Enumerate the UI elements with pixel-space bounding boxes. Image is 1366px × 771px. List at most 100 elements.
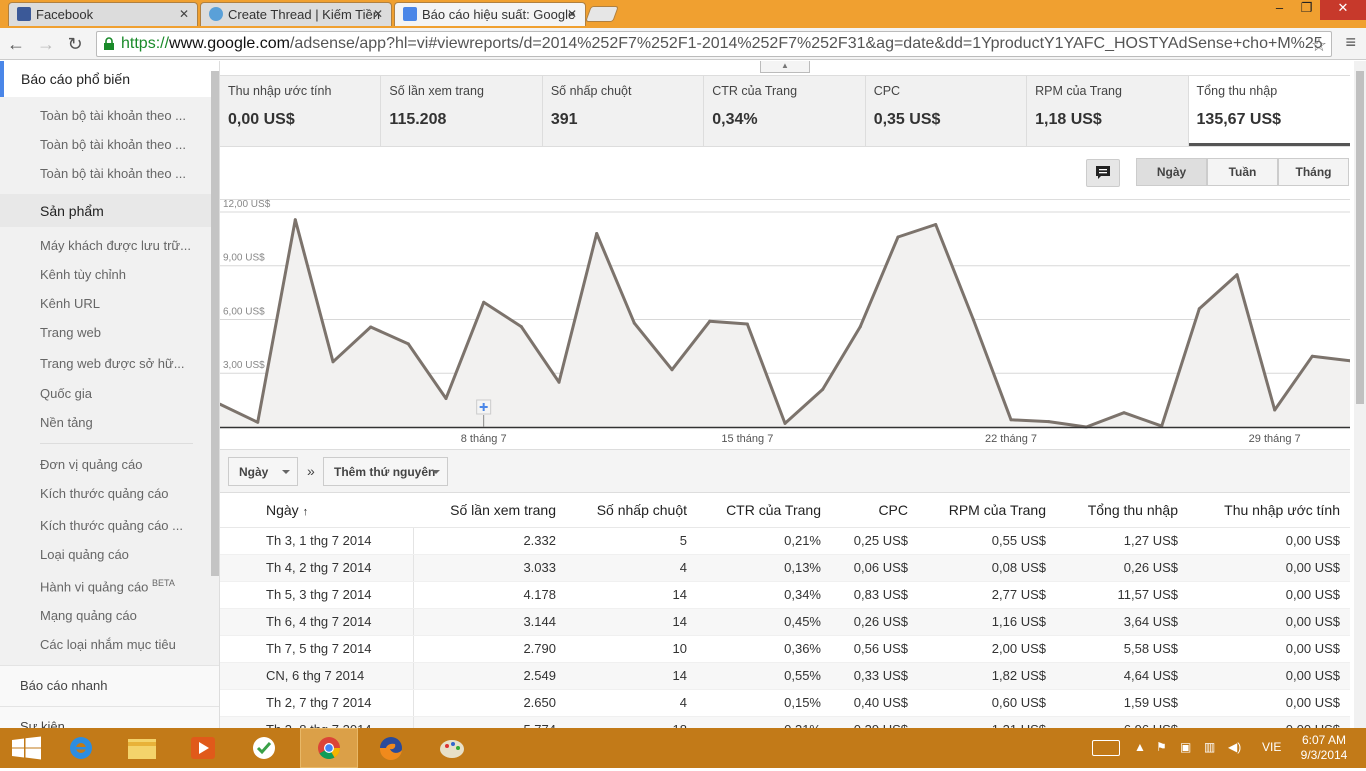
annotation-button[interactable] (1086, 159, 1120, 187)
close-icon[interactable]: ✕ (179, 7, 189, 21)
address-bar[interactable]: https://www.google.com/adsense/app?hl=vi… (96, 31, 1332, 57)
firefox-icon[interactable] (362, 728, 420, 768)
cell-date: Th 3, 8 thg 7 2014 (220, 716, 414, 728)
column-header[interactable]: Thu nhập ước tính (1188, 493, 1350, 528)
metric-value: 1,18 US$ (1035, 111, 1102, 128)
media-player-icon[interactable] (174, 728, 232, 768)
data-point (745, 322, 749, 326)
table-cell: 1,21 US$ (918, 716, 1056, 728)
sidebar-item[interactable]: Mạng quảng cáo (0, 601, 200, 630)
sidebar-item[interactable]: Kích thước quảng cáo (0, 479, 200, 511)
sidebar-footer-events[interactable]: Sự kiện (0, 706, 219, 728)
keyboard-icon[interactable] (1092, 740, 1120, 756)
page-scrollbar[interactable] (1354, 61, 1366, 728)
bookmark-star-icon[interactable]: ☆ (1311, 33, 1327, 56)
metric-estimated-earnings[interactable]: Thu nhập ước tính 0,00 US$ (220, 76, 382, 146)
chevron-down-icon (432, 470, 440, 474)
sidebar-item[interactable]: Kích thước quảng cáo ... (0, 511, 200, 540)
network-icon[interactable]: ▥ (1204, 740, 1215, 754)
column-header[interactable]: CPC (831, 493, 918, 528)
primary-dimension-dropdown[interactable]: Ngày (228, 457, 298, 486)
sidebar-item[interactable]: Loại quảng cáo (0, 540, 200, 571)
data-point (331, 360, 335, 364)
column-header[interactable]: RPM của Trang (918, 493, 1056, 528)
column-header[interactable]: Số nhấp chuột (566, 493, 697, 528)
granularity-month-button[interactable]: Tháng (1278, 158, 1349, 186)
sidebar-scrollbar[interactable] (211, 71, 219, 576)
minimize-button[interactable]: – (1266, 0, 1293, 20)
language-indicator[interactable]: VIE (1262, 740, 1281, 754)
metric-value: 0,00 US$ (228, 111, 295, 128)
y-tick-label: 3,00 US$ (223, 360, 265, 371)
sidebar-item[interactable]: Nền tảng (0, 408, 200, 437)
sidebar-section-products[interactable]: Sản phẩm (0, 194, 212, 227)
sidebar-item[interactable]: Toàn bộ tài khoản theo ... (0, 101, 200, 130)
cell-date: Th 2, 7 thg 7 2014 (220, 689, 414, 717)
table-cell: 0,15% (697, 689, 831, 717)
sidebar-item[interactable]: Kênh tùy chỉnh (0, 260, 200, 289)
sidebar-item[interactable]: Kênh URL (0, 289, 200, 318)
app-icon[interactable] (235, 728, 293, 768)
tray-app-icon[interactable]: ▣ (1180, 740, 1191, 754)
paint-icon[interactable] (423, 728, 481, 768)
table-cell: 1,27 US$ (1056, 527, 1188, 555)
scrollbar-thumb[interactable] (1356, 71, 1364, 404)
metric-page-views[interactable]: Số lần xem trang 115.208 (381, 76, 543, 146)
sidebar-item[interactable]: Trang web được sở hữ... (0, 347, 200, 379)
metric-clicks[interactable]: Số nhấp chuột 391 (543, 76, 705, 146)
action-center-icon[interactable]: ⚑ (1156, 740, 1167, 754)
column-header[interactable]: Số lần xem trang (413, 493, 566, 528)
sidebar-header[interactable]: Báo cáo phổ biến (0, 61, 219, 97)
metric-total-earnings[interactable]: Tổng thu nhập 135,67 US$ (1188, 76, 1350, 146)
table-cell: 0,83 US$ (831, 581, 918, 609)
file-explorer-icon[interactable] (113, 728, 171, 768)
sidebar-footer-quick-reports[interactable]: Báo cáo nhanh (0, 665, 219, 706)
column-header[interactable]: Tổng thu nhập (1056, 493, 1188, 528)
tray-expand-icon[interactable]: ▲ (1134, 740, 1146, 754)
column-header-date[interactable]: Ngày ↑ (220, 493, 413, 528)
table-cell: 1,82 US$ (918, 662, 1056, 690)
tab-facebook[interactable]: Facebook ✕ (8, 2, 198, 26)
sidebar-item[interactable]: Các loại nhắm mục tiêu (0, 630, 200, 659)
chrome-icon[interactable] (300, 728, 358, 768)
forward-icon[interactable]: → (34, 32, 58, 56)
sidebar-item-ad-behavior[interactable]: Hành vi quảng cáo BETA (0, 571, 200, 601)
sidebar-item[interactable]: Trang web (0, 318, 200, 347)
data-point (595, 232, 599, 235)
granularity-day-button[interactable]: Ngày (1136, 158, 1207, 186)
internet-explorer-icon[interactable] (52, 728, 110, 768)
tab-adsense-report[interactable]: Báo cáo hiệu suất: Google ✕ (394, 2, 586, 26)
data-point (1273, 408, 1277, 412)
back-icon[interactable]: ← (4, 32, 28, 56)
new-tab-button[interactable] (585, 6, 619, 22)
sidebar-item[interactable]: Máy khách được lưu trữ... (0, 231, 200, 260)
table-row: Th 2, 7 thg 7 2014 2.650 4 0,15% 0,40 US$ 0,6… (220, 689, 1350, 717)
sidebar-item[interactable]: Quốc gia (0, 379, 200, 408)
metric-page-ctr[interactable]: CTR của Trang 0,34% (704, 76, 866, 146)
close-icon[interactable]: ✕ (567, 7, 577, 21)
earnings-chart[interactable]: 3,00 US$ 6,00 US$ 9,00 US$ 12,00 US$ 8 tháng… (220, 199, 1350, 449)
start-button[interactable] (0, 728, 58, 768)
tab-create-thread[interactable]: Create Thread | Kiếm Tiền ✕ (200, 2, 392, 26)
volume-icon[interactable]: ◀) (1228, 740, 1241, 754)
table-cell: 0,55% (697, 662, 831, 690)
sidebar-item[interactable]: Toàn bộ tài khoản theo ... (0, 130, 200, 159)
clock[interactable]: 6:07 AM 9/3/2014 (1296, 733, 1352, 763)
table-cell: 5.774 (413, 716, 566, 728)
column-header[interactable]: CTR của Trang (697, 493, 831, 528)
menu-icon[interactable]: ≡ (1345, 32, 1356, 53)
maximize-button[interactable]: ❐ (1293, 0, 1320, 20)
metric-page-rpm[interactable]: RPM của Trang 1,18 US$ (1027, 76, 1189, 146)
table-cell: 2,00 US$ (918, 635, 1056, 663)
granularity-week-button[interactable]: Tuần (1207, 158, 1278, 186)
sidebar-item[interactable]: Toàn bộ tài khoản theo ... (0, 159, 200, 188)
reload-icon[interactable]: ↻ (63, 32, 87, 56)
close-icon[interactable]: ✕ (373, 7, 383, 21)
metric-cpc[interactable]: CPC 0,35 US$ (866, 76, 1028, 146)
table-cell: 2,77 US$ (918, 581, 1056, 609)
table-cell: 4 (566, 689, 697, 717)
sidebar-item[interactable]: Đơn vị quảng cáo (0, 450, 200, 479)
add-dimension-dropdown[interactable]: Thêm thứ nguyên (323, 457, 448, 486)
collapse-toggle[interactable]: ▲ (760, 61, 810, 73)
window-close-button[interactable]: ✕ (1320, 0, 1366, 20)
